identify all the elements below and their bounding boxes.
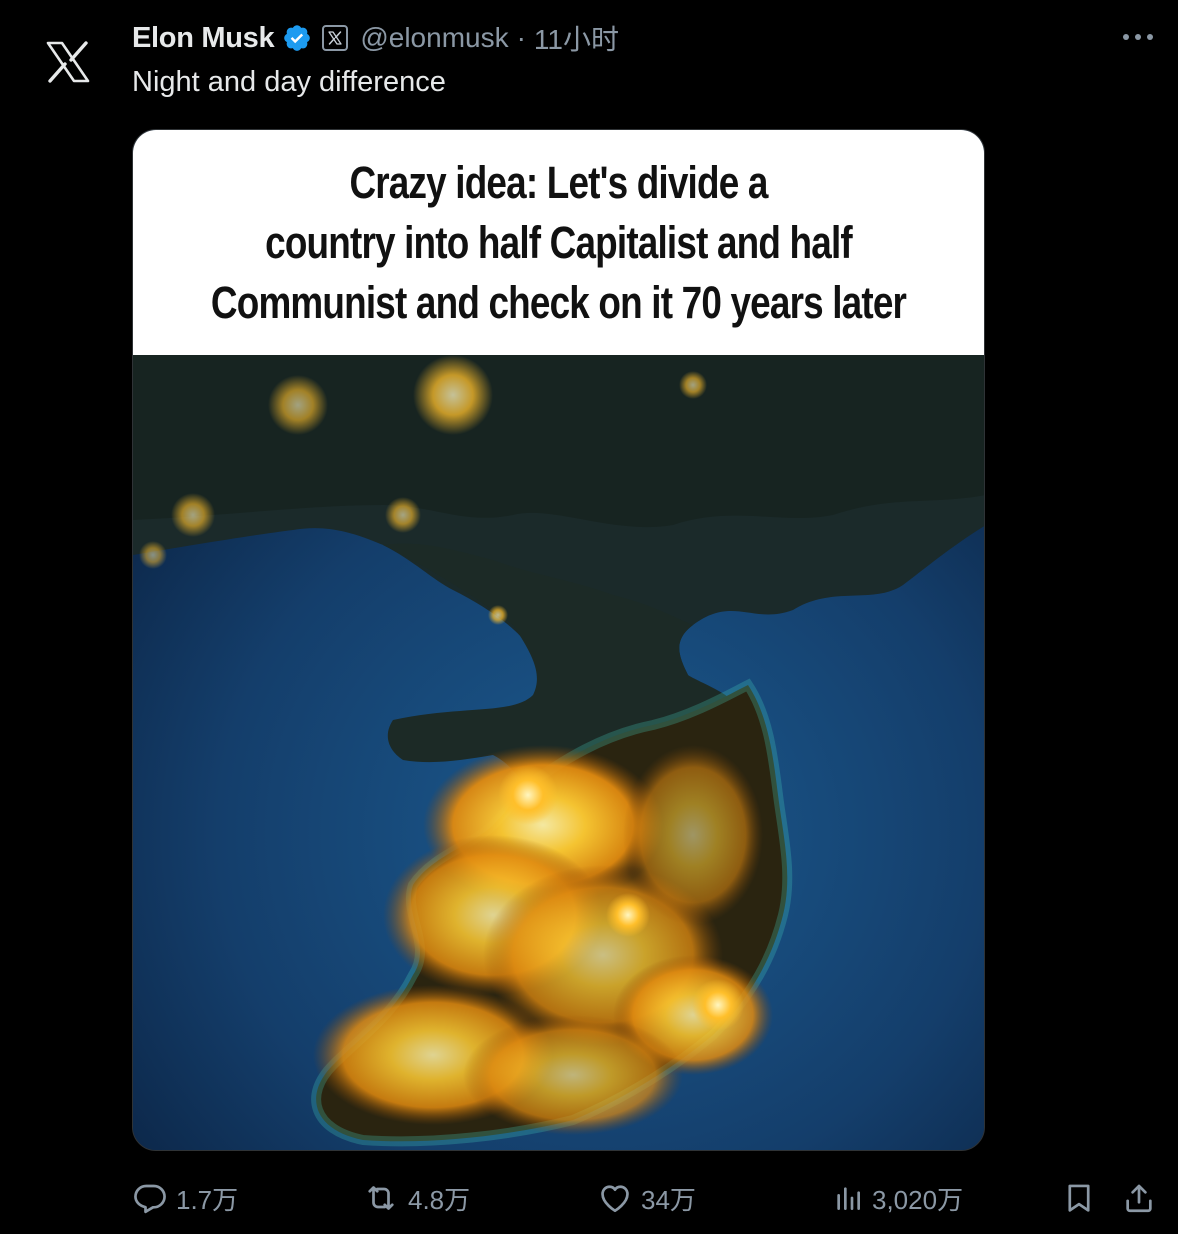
tweet-header: Elon Musk @elonmusk · 11小时 xyxy=(132,18,619,58)
tweet[interactable]: Elon Musk @elonmusk · 11小时 Night and day… xyxy=(0,0,1178,1234)
retweet-button[interactable]: 4.8万 xyxy=(362,1176,470,1220)
meme-caption: Crazy idea: Let's divide a country into … xyxy=(133,130,984,355)
bookmark-button[interactable] xyxy=(1062,1176,1096,1220)
tweet-text: Night and day difference xyxy=(132,66,446,98)
tweet-timestamp[interactable]: 11小时 xyxy=(534,18,619,58)
more-options-icon[interactable] xyxy=(1120,22,1156,52)
bookmark-icon xyxy=(1068,1184,1090,1212)
tweet-actions: 1.7万 4.8万 34万 3,020万 xyxy=(132,1176,1162,1220)
views-bar-chart-icon xyxy=(837,1187,860,1210)
like-button[interactable]: 34万 xyxy=(597,1176,696,1220)
author-handle[interactable]: @elonmusk xyxy=(360,22,508,54)
share-icon xyxy=(1126,1184,1152,1213)
views-count: 3,020万 xyxy=(872,1184,964,1215)
reply-button[interactable]: 1.7万 xyxy=(132,1176,238,1220)
heart-icon xyxy=(601,1185,629,1213)
korea-night-satellite-image xyxy=(133,355,984,1150)
retweet-count: 4.8万 xyxy=(408,1184,471,1215)
like-count: 34万 xyxy=(641,1184,696,1215)
tweet-media[interactable]: Crazy idea: Let's divide a country into … xyxy=(132,129,985,1151)
verified-badge-icon[interactable] xyxy=(282,23,312,53)
avatar[interactable] xyxy=(22,16,114,108)
x-logo-icon xyxy=(46,41,90,83)
reply-icon xyxy=(134,1184,166,1214)
affiliate-x-badge-icon[interactable] xyxy=(322,25,349,51)
separator-dot: · xyxy=(516,22,526,53)
author-name[interactable]: Elon Musk xyxy=(132,22,275,55)
meme-caption-text: Crazy idea: Let's divide a country into … xyxy=(210,156,907,328)
share-button[interactable] xyxy=(1122,1176,1156,1220)
retweet-icon xyxy=(368,1186,394,1210)
views-button[interactable]: 3,020万 xyxy=(832,1176,963,1220)
reply-count: 1.7万 xyxy=(176,1184,239,1215)
